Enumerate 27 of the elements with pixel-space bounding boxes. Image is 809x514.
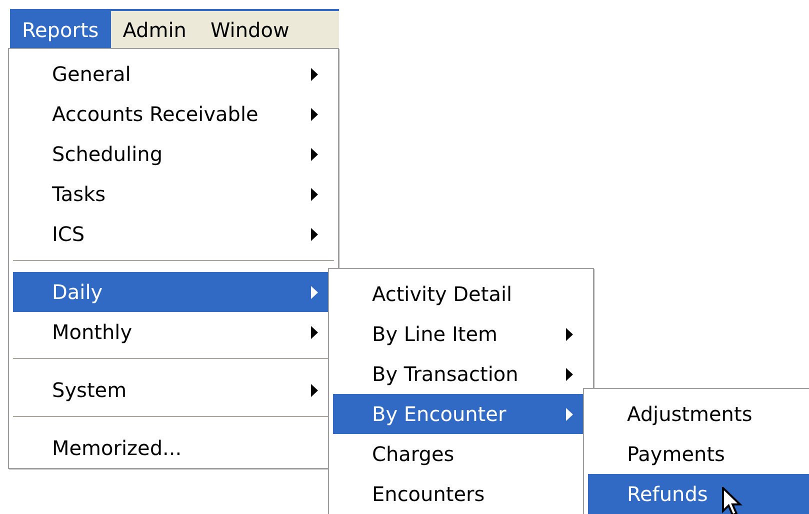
menu-item[interactable]: Refunds [588,474,809,514]
submenu-arrow-icon [311,326,318,338]
submenu-arrow-icon [566,328,573,340]
submenu-arrow-icon [311,108,318,120]
submenu-arrow-icon [311,68,318,80]
menu-item[interactable]: General [13,54,334,94]
menu-item[interactable]: ICS [13,214,334,254]
menu-item[interactable]: System [13,370,334,410]
menu-item[interactable]: Payments [588,434,809,474]
menu-title[interactable]: Reports [10,11,111,48]
menu-item[interactable]: Monthly [13,312,334,352]
submenu-arrow-icon [311,286,318,298]
submenu-arrow-icon [566,368,573,380]
menu-title[interactable]: Window [198,11,302,48]
submenu-arrow-icon [311,228,318,240]
menu-title[interactable]: Admin [110,11,198,48]
menu-item[interactable]: Adjustments [588,394,809,434]
submenu-arrow-icon [311,188,318,200]
menu-item[interactable]: Scheduling [13,134,334,174]
menu-item[interactable]: Accounts Receivable [13,94,334,134]
submenu-arrow-icon [311,148,318,160]
submenu-arrow-icon [566,408,573,420]
menu-item[interactable]: Tasks [13,174,334,214]
menu-item[interactable]: By Transaction [333,354,589,394]
menu-item[interactable]: By Line Item [333,314,589,354]
submenu-arrow-icon [311,384,318,396]
menu-item[interactable]: Activity Detail [333,274,589,314]
